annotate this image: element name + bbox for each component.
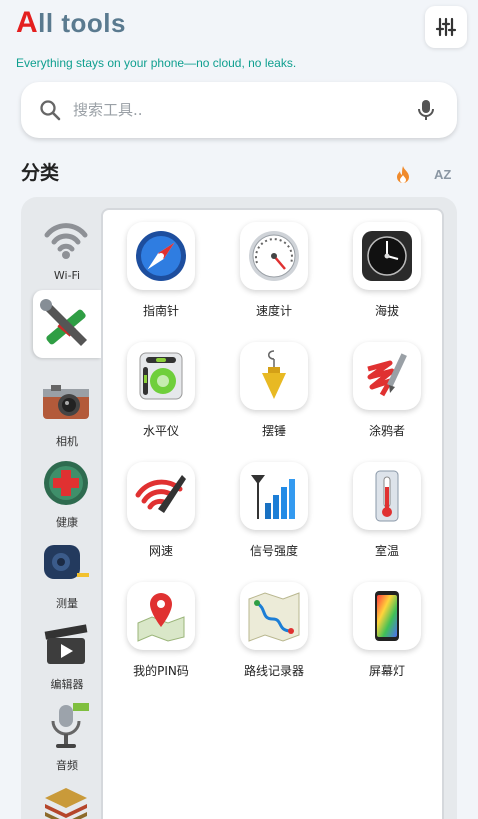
tool-level[interactable]: 水平仪 [106,342,216,452]
health-icon [44,461,88,505]
tool-icon-box [353,582,421,650]
sidebar-item-label: 相机 [56,435,78,448]
tool-doodle[interactable]: 涂鸦者 [332,342,442,452]
search-bar [21,82,457,138]
tool-label: 信号强度 [249,544,298,558]
category-sidebar: Wi-Fi 相机 健康 测量 编辑器 音频 [21,197,101,819]
tool-label: 指南针 [142,304,179,318]
sidebar-item-label: Wi-Fi [53,269,81,282]
tool-icon-box [353,222,421,290]
compass-icon [136,231,186,281]
speedometer-icon [249,231,299,281]
tool-icon-box [240,462,308,530]
sidebar-item-layers[interactable] [21,774,101,819]
sidebar-item-measure[interactable]: 测量 [21,531,101,611]
sidebar-item-label: 编辑器 [50,678,84,691]
tool-network-speed[interactable]: 网速 [106,462,216,572]
tool-icon-box [127,462,195,530]
sidebar-item-wifi[interactable]: Wi-Fi [21,205,101,285]
fire-icon [397,166,409,183]
tools-icon [40,299,87,346]
sidebar-item-label: 测量 [56,597,78,610]
search-icon [40,100,61,121]
tool-pendulum[interactable]: 摆锤 [219,342,329,452]
tool-icon-box [127,582,195,650]
tool-altitude[interactable]: 海拔 [332,222,442,332]
tool-label: 水平仪 [142,424,179,438]
video-editor-icon [44,624,88,664]
sidebar-item-label: 音频 [56,759,78,772]
layers-icon [45,788,87,819]
level-icon [139,352,183,400]
sidebar-item-audio[interactable]: 音频 [21,693,101,773]
tool-screen-light[interactable]: 屏幕灯 [332,582,442,692]
sort-alpha-button[interactable]: AZ [434,164,458,186]
altimeter-icon [362,231,412,281]
tool-room-temperature[interactable]: 室温 [332,462,442,572]
tool-label: 海拔 [374,304,399,318]
tool-route-recorder[interactable]: 路线记录器 [219,582,329,692]
screen-light-icon [375,591,399,641]
sidebar-item-label: 健康 [56,516,78,529]
tape-measure-icon [44,545,89,579]
app-header: All tools Everything stays on your phone… [0,0,478,80]
route-map-icon [248,592,300,642]
categories-title: 分类 [21,162,60,184]
map-pin-icon [137,593,185,642]
tool-icon-box [127,222,195,290]
tool-icon-box [240,222,308,290]
logo-letter: A [16,6,39,39]
tool-label: 屏幕灯 [368,664,405,678]
sort-popular-button[interactable] [392,164,414,186]
tool-compass[interactable]: 指南针 [106,222,216,332]
doodle-icon [367,353,407,397]
tool-label: 涂鸦者 [368,424,405,438]
tool-label: 室温 [374,544,399,558]
app-logo: All tools [16,6,126,40]
tool-label: 摆锤 [261,424,286,438]
microphone-icon [51,703,89,748]
network-speed-icon [135,475,186,513]
camera-icon [43,385,89,419]
microphone-icon[interactable] [415,98,437,122]
tool-signal-strength[interactable]: 信号强度 [219,462,329,572]
settings-button[interactable] [425,6,467,48]
tool-label: 我的PIN码 [133,664,189,678]
tool-my-pin[interactable]: 我的PIN码 [106,582,216,692]
sidebar-item-camera[interactable]: 相机 [21,369,101,449]
tool-label: 速度计 [255,304,292,318]
category-panel: Wi-Fi 相机 健康 测量 编辑器 音频 指南针 速度计 海拔 水平仪 摆锤 … [21,197,457,819]
tagline: Everything stays on your phone—no cloud,… [16,56,297,70]
sidebar-item-editor[interactable]: 编辑器 [21,612,101,692]
tool-label: 网速 [148,544,173,558]
sliders-icon [435,17,457,37]
tool-speedometer[interactable]: 速度计 [219,222,329,332]
sidebar-item-tools[interactable] [33,290,101,358]
tool-icon-box [127,342,195,410]
logo-text: ll tools [38,8,126,38]
sidebar-item-health[interactable]: 健康 [21,450,101,530]
tool-icon-box [240,582,308,650]
wifi-icon [44,223,88,259]
tool-icon-box [353,342,421,410]
search-input[interactable] [73,98,393,122]
tool-icon-box [353,462,421,530]
tools-grid: 指南针 速度计 海拔 水平仪 摆锤 涂鸦者 网速 信号强度 室温 我的PIN码 … [101,208,444,819]
tool-icon-box [240,342,308,410]
thermometer-icon [375,470,399,522]
signal-icon [251,475,295,519]
tool-label: 路线记录器 [243,664,304,678]
plumb-bob-icon [262,350,286,399]
